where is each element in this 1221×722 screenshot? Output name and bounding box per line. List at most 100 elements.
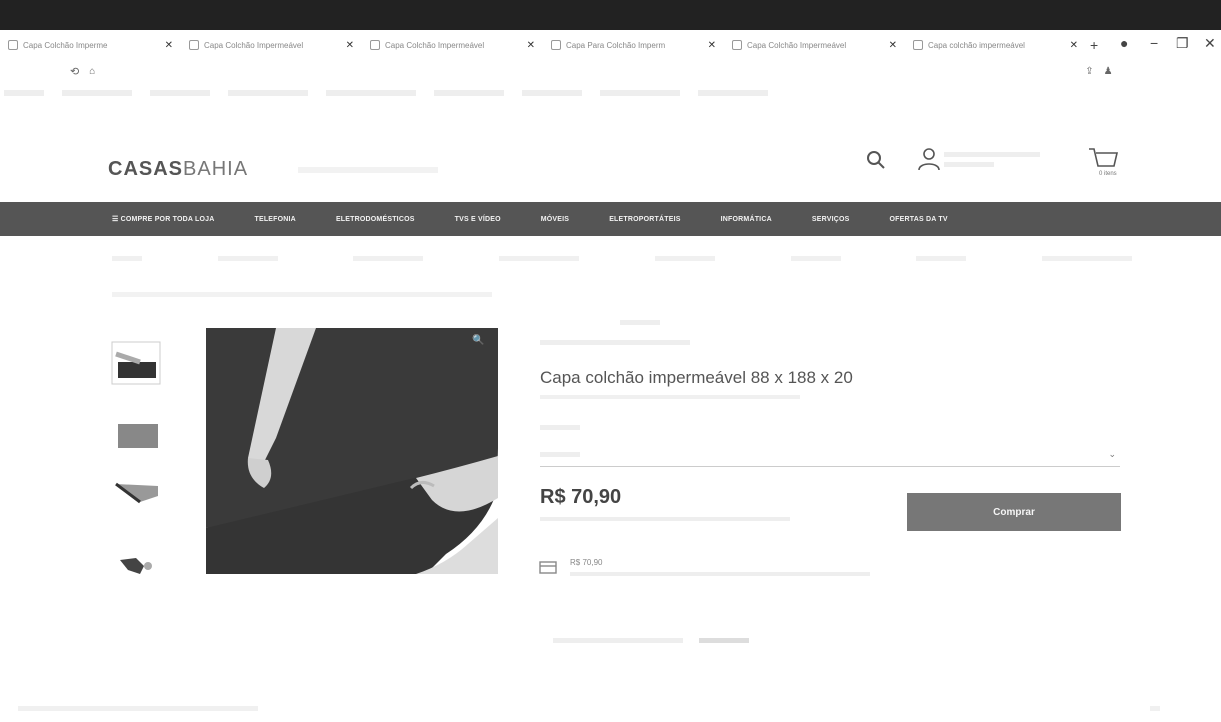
product-brand[interactable] bbox=[540, 340, 690, 345]
profile-icon[interactable]: ● bbox=[1120, 35, 1128, 51]
user-icon[interactable] bbox=[916, 146, 942, 172]
subnav-item[interactable] bbox=[499, 256, 580, 261]
browser-tab[interactable]: Capa Colchão Impermeável ✕ bbox=[181, 40, 362, 51]
tab-favicon-icon bbox=[370, 40, 380, 50]
close-tab-icon[interactable]: ✕ bbox=[889, 40, 897, 51]
close-tab-icon[interactable]: ✕ bbox=[346, 40, 354, 51]
browser-tab[interactable]: Capa Para Colchão Imperm ✕ bbox=[543, 40, 724, 51]
bookmark-item[interactable] bbox=[228, 90, 308, 96]
nav-eletroportateis[interactable]: ELETROPORTÁTEIS bbox=[609, 216, 680, 223]
delivery-location[interactable] bbox=[298, 167, 438, 173]
tab-title: Capa Colchão Impermeável bbox=[385, 40, 485, 50]
browser-tab[interactable]: Capa Colchão Imperme ✕ bbox=[0, 40, 181, 51]
breadcrumb bbox=[112, 292, 492, 297]
product-title: Capa colchão impermeável 88 x 188 x 20 bbox=[540, 368, 853, 387]
tab-title: Capa Colchão Impermeável bbox=[747, 40, 847, 50]
card-price: R$ 70,90 bbox=[570, 558, 603, 567]
download-bar-close[interactable] bbox=[1150, 706, 1160, 711]
url-field[interactable] bbox=[105, 71, 1085, 72]
close-tab-icon[interactable]: ✕ bbox=[708, 40, 716, 51]
bookmark-item[interactable] bbox=[698, 90, 768, 96]
product-thumbnail[interactable] bbox=[110, 340, 162, 386]
tab-title: Capa Colchão Impermeável bbox=[204, 40, 304, 50]
subnav-item[interactable] bbox=[916, 256, 967, 261]
download-bar[interactable] bbox=[18, 706, 258, 711]
bookmark-item[interactable] bbox=[522, 90, 582, 96]
subnav-item[interactable] bbox=[1041, 256, 1132, 261]
nav-telefonia[interactable]: TELEFONIA bbox=[254, 216, 295, 223]
share-icon[interactable]: ⇪ bbox=[1085, 66, 1093, 77]
account-icon[interactable]: ♟ bbox=[1104, 66, 1113, 77]
bookmark-item[interactable] bbox=[326, 90, 416, 96]
nav-tvs-video[interactable]: TVS E VÍDEO bbox=[455, 216, 501, 223]
shipping-calc-link[interactable] bbox=[699, 638, 750, 643]
category-nav: ☰ COMPRE POR TODA LOJA TELEFONIA ELETROD… bbox=[0, 202, 1221, 236]
sub-nav bbox=[112, 256, 1132, 261]
cart-count: 0 itens bbox=[1099, 171, 1117, 177]
close-tab-icon[interactable]: ✕ bbox=[165, 40, 173, 51]
subnav-item[interactable] bbox=[217, 256, 278, 261]
shipping-calc bbox=[553, 636, 750, 645]
browser-tab[interactable]: Capa Colchão Impermeável ✕ bbox=[362, 40, 543, 51]
tab-favicon-icon bbox=[732, 40, 742, 50]
bookmark-item[interactable] bbox=[434, 90, 504, 96]
product-thumbnail[interactable] bbox=[110, 544, 162, 590]
nav-ofertas-tv[interactable]: OFERTAS DA TV bbox=[890, 216, 948, 223]
tab-favicon-icon bbox=[551, 40, 561, 50]
product-meta bbox=[540, 395, 800, 399]
site-logo[interactable]: CASASBAHIA bbox=[108, 158, 248, 181]
chevron-down-icon: ⌄ bbox=[1108, 449, 1116, 459]
tab-favicon-icon bbox=[189, 40, 199, 50]
product-price: R$ 70,90 bbox=[540, 486, 622, 508]
installments-info bbox=[540, 517, 790, 521]
search-icon[interactable] bbox=[864, 148, 888, 172]
cart-icon[interactable]: 0 itens bbox=[1086, 144, 1120, 178]
zoom-button[interactable]: 🔍 bbox=[472, 335, 484, 346]
logo-bold-text: CASAS bbox=[108, 158, 184, 180]
bookmark-item[interactable] bbox=[62, 90, 132, 96]
home-icon[interactable]: ⌂ bbox=[89, 66, 95, 77]
promo-strip bbox=[0, 104, 1221, 140]
tab-strip: Capa Colchão Imperme ✕ Capa Colchão Imper… bbox=[0, 30, 1221, 60]
new-tab-button[interactable]: + bbox=[1090, 37, 1098, 53]
address-bar[interactable]: ⟲ ⌂ ⇪ ♟ bbox=[0, 60, 1221, 82]
minimize-button[interactable]: − bbox=[1150, 35, 1158, 51]
credit-card-icon bbox=[539, 561, 557, 574]
card-offer-text bbox=[570, 572, 870, 576]
close-window-button[interactable]: ✕ bbox=[1204, 35, 1216, 52]
variant-label bbox=[540, 425, 580, 430]
nav-all-store[interactable]: ☰ COMPRE POR TODA LOJA bbox=[112, 215, 214, 223]
browser-tab[interactable]: Capa Colchão Impermeável ✕ bbox=[724, 40, 905, 51]
nav-informatica[interactable]: INFORMÁTICA bbox=[721, 216, 772, 223]
bookmark-item[interactable] bbox=[150, 90, 210, 96]
nav-servicos[interactable]: SERVIÇOS bbox=[812, 216, 850, 223]
login-greeting[interactable] bbox=[944, 152, 1044, 167]
tab-title: Capa Colchão Imperme bbox=[23, 40, 108, 50]
subnav-item[interactable] bbox=[112, 256, 142, 261]
product-main-image[interactable] bbox=[206, 328, 498, 574]
bookmark-item[interactable] bbox=[4, 90, 44, 96]
product-thumbnail[interactable] bbox=[110, 414, 162, 460]
product-thumbnail[interactable] bbox=[110, 474, 162, 520]
nav-eletrodomesticos[interactable]: ELETRODOMÉSTICOS bbox=[336, 216, 415, 223]
close-tab-icon[interactable]: ✕ bbox=[1070, 40, 1078, 51]
bookmark-item[interactable] bbox=[600, 90, 680, 96]
restore-button[interactable]: ❐ bbox=[1176, 35, 1189, 52]
buy-button[interactable]: Comprar bbox=[907, 493, 1121, 531]
subnav-item[interactable] bbox=[790, 256, 841, 261]
bookmarks-bar bbox=[0, 82, 1221, 104]
subnav-item[interactable] bbox=[353, 256, 424, 261]
close-tab-icon[interactable]: ✕ bbox=[527, 40, 535, 51]
window-titlebar bbox=[0, 0, 1221, 30]
nav-moveis[interactable]: MÓVEIS bbox=[541, 216, 569, 223]
tab-favicon-icon bbox=[8, 40, 18, 50]
variant-dropdown[interactable]: ⌄ bbox=[540, 446, 1120, 467]
back-icon[interactable]: ⟲ bbox=[70, 65, 79, 78]
product-code bbox=[620, 320, 660, 325]
tab-title: Capa colchão impermeável bbox=[928, 40, 1025, 50]
browser-tab[interactable]: Capa colchão impermeável ✕ bbox=[905, 40, 1086, 51]
tab-favicon-icon bbox=[913, 40, 923, 50]
tab-title: Capa Para Colchão Imperm bbox=[566, 40, 666, 50]
logo-light-text: BAHIA bbox=[183, 158, 249, 180]
subnav-item[interactable] bbox=[654, 256, 715, 261]
